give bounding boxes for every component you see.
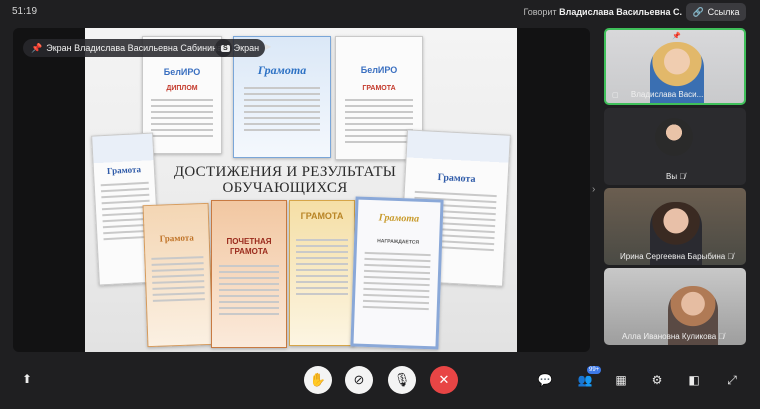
- participants-count-badge: 99+: [587, 366, 602, 374]
- share-screen-button[interactable]: ⬆: [15, 367, 39, 391]
- participant-name-row: ▢ Владислава Васи...: [612, 90, 703, 99]
- end-call-button[interactable]: ✕: [430, 366, 458, 394]
- camera-off-icon: ⊘: [353, 372, 365, 387]
- mic-off-icon: 🎙̸: [679, 172, 686, 181]
- picture-in-picture-button[interactable]: ◧: [682, 368, 706, 392]
- screen-share-small-icon: ▢: [612, 92, 619, 99]
- speaking-name: Владислава Васильевна С.: [559, 7, 682, 17]
- pin-icon: 📌: [31, 42, 43, 53]
- participant-name-row: Алла Ивановна Куликова 🎙̸: [622, 332, 724, 341]
- participant-tile-speaker[interactable]: 📌 ▢ Владислава Васи...: [604, 28, 746, 105]
- participant-name: Ирина Сергеевна Барыбина: [620, 252, 726, 261]
- camera-icon: ▶: [265, 42, 272, 51]
- cert-logo-text: БелИРО: [360, 65, 398, 75]
- participant-name-row: Вы 🎙̸: [666, 172, 685, 181]
- screen-share-stage[interactable]: БелИРО ДИПЛОМ Грамота БелИРО ГРАМОТА Гра…: [13, 28, 590, 352]
- microphone-toggle-button[interactable]: 🎙: [388, 366, 416, 394]
- cert-heading: Грамота: [159, 232, 194, 244]
- copy-link-label: Ссылка: [707, 7, 740, 17]
- pin-icon: 📌: [672, 33, 681, 40]
- collapse-gallery-chevron-icon[interactable]: ›: [592, 184, 595, 195]
- expand-icon: ⤢: [727, 372, 737, 387]
- shared-slide: БелИРО ДИПЛОМ Грамота БелИРО ГРАМОТА Гра…: [85, 28, 517, 352]
- bottom-toolbar: ⬆ ✋ ⊘ 🎙 ✕ 💬 👥 99+ ▦ ⚙ ◧ ⤢: [0, 356, 760, 409]
- raise-hand-button[interactable]: ✋: [304, 366, 332, 394]
- participant-tile-barybina[interactable]: Ирина Сергеевна Барыбина 🎙̸: [604, 188, 746, 265]
- chat-icon: 💬: [537, 373, 553, 387]
- cert-text-lines: [243, 87, 321, 135]
- cert-text-lines: [150, 99, 214, 141]
- settings-button[interactable]: ⚙: [645, 368, 669, 392]
- screen-source-label: S Экран: [215, 39, 266, 57]
- hand-icon: ✋: [309, 372, 327, 387]
- cert-heading: ДИПЛОМ: [166, 85, 198, 92]
- mic-off-icon: 🎙̸: [718, 332, 725, 341]
- participant-tile-kulikova[interactable]: Алла Ивановна Куликова 🎙̸: [604, 268, 746, 345]
- participant-avatar: [655, 118, 693, 156]
- slide-title: ДОСТИЖЕНИЯ И РЕЗУЛЬТАТЫ ОБУЧАЮЩИХСЯ: [165, 164, 405, 196]
- share-screen-icon: ⬆: [21, 372, 33, 386]
- cert-text-lines: [219, 265, 279, 319]
- cert-logo-text: БелИРО: [163, 67, 201, 77]
- cert-text-lines: [344, 99, 414, 147]
- certificate-pochetnaya: ПОЧЕТНАЯ ГРАМОТА: [211, 200, 287, 348]
- cert-heading: Грамота: [378, 212, 420, 225]
- participants-button[interactable]: 👥 99+: [573, 366, 602, 392]
- cert-heading: Грамота: [437, 172, 476, 186]
- microphone-off-icon: 🎙: [393, 372, 411, 387]
- slide-title-line-2: ОБУЧАЮЩИХСЯ: [222, 180, 348, 196]
- fullscreen-button[interactable]: ⤢: [720, 368, 744, 392]
- top-bar: 51:19 Говорит Владислава Васильевна С. 🔗…: [0, 0, 760, 24]
- grid-icon: ▦: [615, 373, 627, 387]
- participants-icon: 👥: [577, 373, 593, 387]
- layout-grid-button[interactable]: ▦: [609, 368, 633, 392]
- cert-text-lines: [151, 256, 205, 306]
- mic-off-icon: 🎙̸: [727, 252, 734, 261]
- screen-share-owner-text: Экран Владислава Васильевна Сабинина: [46, 43, 223, 53]
- chat-button[interactable]: 💬: [533, 368, 557, 392]
- call-timer: 51:19: [12, 6, 38, 17]
- certificate-blue-frame: Грамота НАГРАЖДАЕТСЯ: [350, 196, 444, 350]
- certificate-gold: ГРАМОТА: [289, 200, 355, 346]
- participant-tile-self[interactable]: Вы 🎙̸: [604, 108, 746, 185]
- gear-icon: ⚙: [651, 373, 663, 387]
- camera-toggle-button[interactable]: ⊘: [345, 366, 373, 394]
- cert-subheading: НАГРАЖДАЕТСЯ: [377, 238, 420, 246]
- cert-heading-1: ПОЧЕТНАЯ: [226, 237, 272, 246]
- link-icon: 🔗: [692, 6, 704, 17]
- slide-title-line-1: ДОСТИЖЕНИЯ И РЕЗУЛЬТАТЫ: [173, 164, 397, 180]
- cert-text-lines: [296, 239, 348, 299]
- active-speaker-indicator: Говорит Владислава Васильевна С.: [523, 7, 682, 17]
- participant-name: Вы: [666, 172, 678, 181]
- screen-share-owner-label: 📌 Экран Владислава Васильевна Сабинина: [23, 39, 233, 57]
- cert-text-lines: [362, 251, 431, 314]
- certificate-orange: Грамота: [142, 202, 214, 348]
- screen-source-text: Экран: [233, 43, 260, 53]
- screen-tag-badge: S: [221, 44, 230, 52]
- cert-heading: ГРАМОТА: [362, 85, 396, 92]
- participant-name-row: Ирина Сергеевна Барыбина 🎙̸: [620, 252, 733, 261]
- close-icon: ✕: [438, 372, 450, 387]
- speaking-prefix: Говорит: [523, 7, 557, 17]
- cert-heading: Грамота: [257, 63, 307, 77]
- participant-name: Алла Ивановна Куликова: [622, 332, 717, 341]
- participant-name: Владислава Васи...: [630, 90, 704, 99]
- copy-link-button[interactable]: 🔗 Ссылка: [686, 3, 746, 21]
- cert-heading: ГРАМОТА: [300, 211, 344, 221]
- cert-heading-2: ГРАМОТА: [230, 247, 268, 256]
- pip-icon: ◧: [688, 373, 700, 387]
- cert-heading: Грамота: [106, 164, 142, 176]
